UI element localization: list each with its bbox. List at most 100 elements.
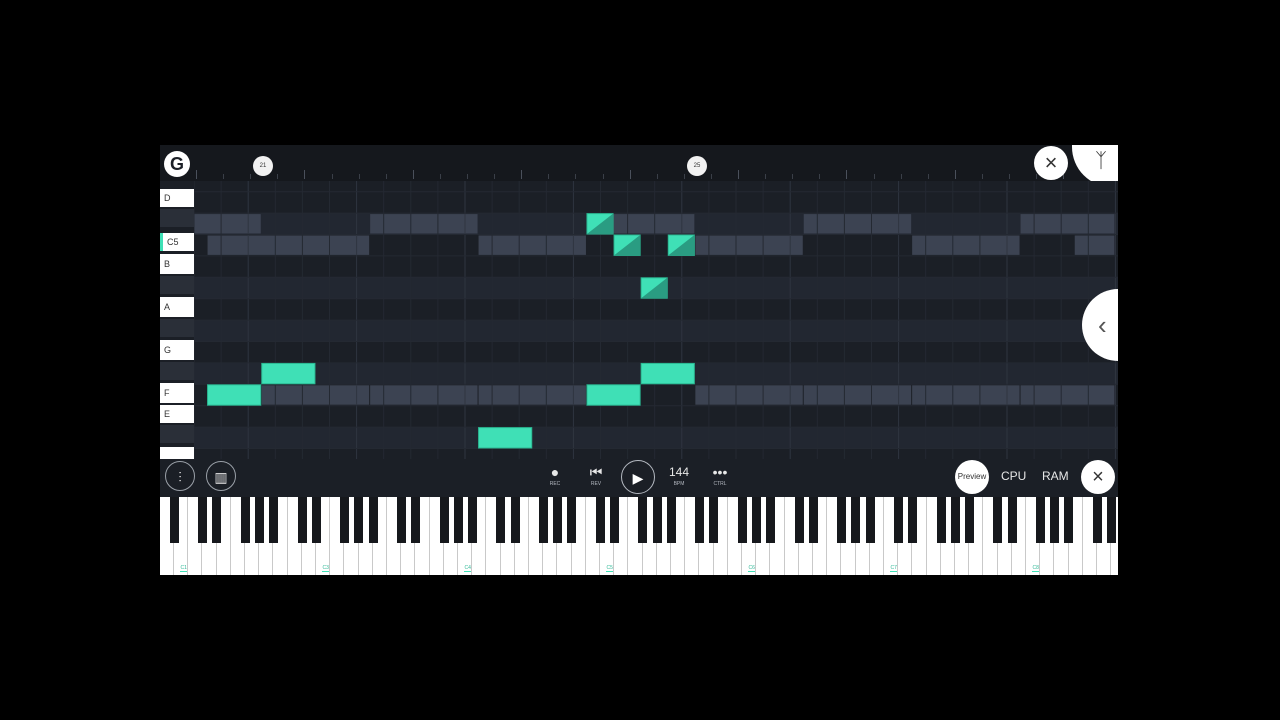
- cpu-meter[interactable]: CPU: [1001, 469, 1026, 483]
- piano-black-key[interactable]: [1007, 497, 1017, 543]
- piano-black-key[interactable]: [893, 497, 903, 543]
- key-black[interactable]: [160, 209, 194, 227]
- bpm-value: 144: [668, 465, 690, 479]
- key-label-a[interactable]: A: [160, 297, 194, 317]
- close-icon[interactable]: ×: [1034, 146, 1068, 180]
- note[interactable]: [478, 427, 533, 449]
- piano-black-key[interactable]: [751, 497, 761, 543]
- piano-black-key[interactable]: [496, 497, 506, 543]
- key-black[interactable]: [160, 362, 194, 380]
- mixer-icon[interactable]: ⫶: [165, 461, 195, 491]
- piano-black-key[interactable]: [311, 497, 321, 543]
- piano-black-key[interactable]: [638, 497, 648, 543]
- piano-black-key[interactable]: [865, 497, 875, 543]
- piano-black-key[interactable]: [169, 497, 179, 543]
- piano-black-key[interactable]: [1106, 497, 1116, 543]
- piano-black-key[interactable]: [993, 497, 1003, 543]
- key-black[interactable]: [160, 319, 194, 337]
- ram-meter[interactable]: RAM: [1042, 469, 1069, 483]
- piano-black-key[interactable]: [695, 497, 705, 543]
- play-button[interactable]: ▶: [621, 460, 655, 494]
- key-label-g[interactable]: G: [160, 340, 194, 360]
- key-label-d[interactable]: D: [160, 189, 194, 207]
- piano-black-key[interactable]: [340, 497, 350, 543]
- piano-black-key[interactable]: [652, 497, 662, 543]
- key-label-c5[interactable]: C5: [160, 233, 194, 251]
- piano-black-key[interactable]: [808, 497, 818, 543]
- piano-black-key[interactable]: [240, 497, 250, 543]
- piano-black-key[interactable]: [1035, 497, 1045, 543]
- piano-black-key[interactable]: [709, 497, 719, 543]
- rewind-caption: REV: [590, 481, 602, 487]
- piano-black-key[interactable]: [396, 497, 406, 543]
- grid-band: [912, 385, 1020, 405]
- timeline-tick: [521, 170, 523, 179]
- piano-black-key[interactable]: [297, 497, 307, 543]
- piano-black-key[interactable]: [212, 497, 222, 543]
- piano-black-key[interactable]: [837, 497, 847, 543]
- key-label-f[interactable]: F: [160, 383, 194, 403]
- piano-black-key[interactable]: [666, 497, 676, 543]
- piano-black-key[interactable]: [936, 497, 946, 543]
- key-black[interactable]: [160, 276, 194, 294]
- note-grid[interactable]: [194, 181, 1118, 459]
- timeline-tick: [683, 174, 685, 179]
- piano-black-key[interactable]: [254, 497, 264, 543]
- piano-black-key[interactable]: [467, 497, 477, 543]
- piano-black-key[interactable]: [595, 497, 605, 543]
- ctrl-button[interactable]: ••• CTRL: [706, 463, 734, 487]
- grid-band: [1074, 235, 1115, 255]
- piano-black-key[interactable]: [794, 497, 804, 543]
- piano-black-key[interactable]: [908, 497, 918, 543]
- piano-black-key[interactable]: [609, 497, 619, 543]
- record-button[interactable]: ● REC: [545, 463, 565, 487]
- note[interactable]: [261, 362, 316, 385]
- note[interactable]: [586, 384, 641, 406]
- preview-button[interactable]: Preview: [955, 460, 989, 494]
- timeline-tick: [765, 174, 767, 179]
- piano-black-key[interactable]: [368, 497, 378, 543]
- timeline-tick: [412, 170, 414, 179]
- key-label-e[interactable]: E: [160, 405, 194, 423]
- key-black[interactable]: [160, 425, 194, 443]
- timeline-tick: [575, 174, 577, 179]
- key-column: D C5 B A G F E: [160, 181, 194, 459]
- piano-octave-label: C8: [1032, 565, 1039, 572]
- piano-black-key[interactable]: [198, 497, 208, 543]
- grid-band: [695, 235, 803, 255]
- piano-octave-label: C7: [890, 565, 897, 572]
- app-logo[interactable]: G: [164, 151, 190, 177]
- key-white[interactable]: [160, 447, 194, 459]
- piano-black-key[interactable]: [439, 497, 449, 543]
- timeline-bar[interactable]: G 21 25 × ᛉ: [160, 145, 1118, 187]
- bpm-control[interactable]: 144 BPM: [665, 463, 693, 487]
- piano-black-key[interactable]: [354, 497, 364, 543]
- piano-black-key[interactable]: [964, 497, 974, 543]
- piano-black-key[interactable]: [453, 497, 463, 543]
- piano-black-key[interactable]: [553, 497, 563, 543]
- timeline-tick: [331, 174, 333, 179]
- piano-black-key[interactable]: [737, 497, 747, 543]
- key-label-b[interactable]: B: [160, 254, 194, 274]
- timeline-tick: [738, 170, 739, 179]
- note[interactable]: [640, 362, 695, 385]
- piano-black-key[interactable]: [1050, 497, 1060, 543]
- note[interactable]: [207, 384, 262, 406]
- timeline-tick: [792, 174, 794, 179]
- piano-black-key[interactable]: [510, 497, 520, 543]
- rewind-button[interactable]: ⏮ REV: [586, 463, 606, 487]
- piano-black-key[interactable]: [851, 497, 861, 543]
- piano-keyboard[interactable]: C1 C3 C4 C5 C6 C7 C8: [160, 497, 1118, 575]
- piano-black-key[interactable]: [567, 497, 577, 543]
- piano-black-key[interactable]: [1064, 497, 1074, 543]
- piano-black-key[interactable]: [1092, 497, 1102, 543]
- piano-black-key[interactable]: [950, 497, 960, 543]
- piano-black-key[interactable]: [411, 497, 421, 543]
- piano-keys-icon[interactable]: ▥: [206, 461, 236, 491]
- piano-black-key[interactable]: [538, 497, 548, 543]
- note-grid-canvas[interactable]: [194, 181, 1118, 459]
- piano-black-key[interactable]: [766, 497, 776, 543]
- piano-black-key[interactable]: [269, 497, 279, 543]
- close-icon[interactable]: ×: [1081, 460, 1115, 494]
- timeline-tick: [629, 170, 631, 179]
